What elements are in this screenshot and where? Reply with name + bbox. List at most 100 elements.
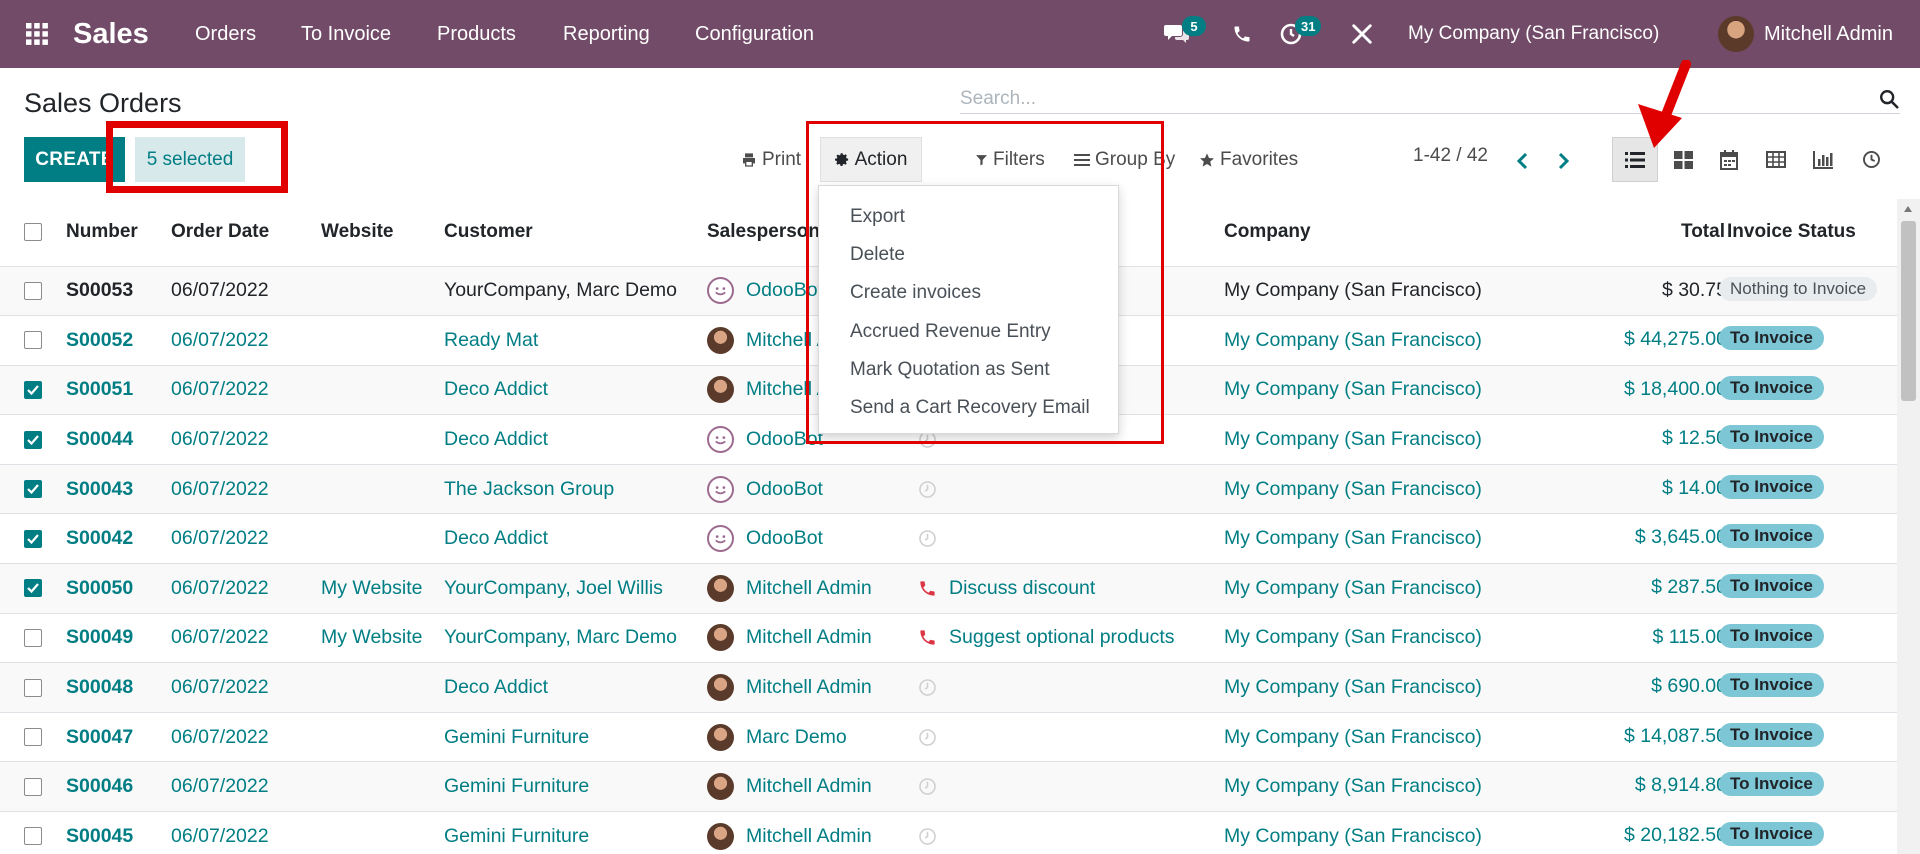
order-number[interactable]: S00053 bbox=[66, 266, 171, 316]
row-checkbox[interactable] bbox=[24, 777, 42, 796]
row-checkbox[interactable] bbox=[24, 331, 42, 350]
calendar-view-button[interactable] bbox=[1706, 137, 1752, 182]
salesperson[interactable]: Mitchell Admin bbox=[746, 775, 872, 798]
print-button[interactable]: Print bbox=[741, 137, 801, 182]
salesperson[interactable]: OdooBot bbox=[746, 478, 823, 501]
activity-cell[interactable] bbox=[918, 728, 1224, 747]
menu-reporting[interactable]: Reporting bbox=[563, 0, 650, 68]
total-amount: $ 30.75 bbox=[1661, 278, 1727, 301]
activity-cell[interactable] bbox=[918, 529, 1224, 548]
customer[interactable]: Deco Addict bbox=[444, 365, 707, 415]
order-number[interactable]: S00045 bbox=[66, 812, 171, 854]
row-checkbox[interactable] bbox=[24, 678, 42, 697]
column-header-company[interactable]: Company bbox=[1224, 199, 1509, 266]
check-icon bbox=[27, 484, 39, 495]
customer[interactable]: Gemini Furniture bbox=[444, 762, 707, 812]
activity-cell[interactable] bbox=[918, 678, 1224, 697]
salesperson[interactable]: OdooBot bbox=[746, 527, 823, 550]
row-checkbox[interactable] bbox=[24, 430, 42, 449]
customer[interactable]: Deco Addict bbox=[444, 514, 707, 564]
salesperson[interactable]: Mitchell Admin bbox=[746, 676, 872, 699]
order-number[interactable]: S00049 bbox=[66, 613, 171, 663]
menu-to-invoice[interactable]: To Invoice bbox=[301, 0, 391, 68]
salesperson[interactable]: Mitchell Admin bbox=[746, 825, 872, 848]
salesperson[interactable]: Mitchell Admin bbox=[746, 577, 872, 600]
row-checkbox[interactable] bbox=[24, 529, 42, 548]
clock-icon bbox=[919, 778, 936, 796]
table-row[interactable]: S00045 06/07/2022 Gemini Furniture Mitchell… bbox=[0, 812, 1897, 854]
table-row[interactable]: S00047 06/07/2022 Gemini Furniture Marc Dem… bbox=[0, 712, 1897, 762]
table-row[interactable]: S00049 06/07/2022 My Website YourCompany, M… bbox=[0, 613, 1897, 663]
menu-configuration[interactable]: Configuration bbox=[695, 0, 814, 68]
column-header-number[interactable]: Number bbox=[66, 199, 171, 266]
kanban-view-button[interactable] bbox=[1660, 137, 1706, 182]
table-row[interactable]: S00043 06/07/2022 The Jackson Group OdooBot… bbox=[0, 464, 1897, 514]
customer[interactable]: Deco Addict bbox=[444, 415, 707, 465]
user-menu[interactable]: Mitchell Admin bbox=[1718, 0, 1893, 68]
row-checkbox[interactable] bbox=[24, 480, 42, 499]
row-checkbox[interactable] bbox=[24, 827, 42, 846]
debug-tools-button[interactable] bbox=[1351, 0, 1373, 68]
graph-view-button[interactable] bbox=[1800, 137, 1846, 182]
order-number[interactable]: S00046 bbox=[66, 762, 171, 812]
order-number[interactable]: S00048 bbox=[66, 663, 171, 713]
activity-cell[interactable] bbox=[918, 777, 1224, 796]
table-row[interactable]: S00046 06/07/2022 Gemini Furniture Mitchell… bbox=[0, 761, 1897, 812]
customer[interactable]: Gemini Furniture bbox=[444, 812, 707, 854]
column-header-order-date[interactable]: Order Date bbox=[171, 199, 321, 266]
order-number[interactable]: S00052 bbox=[66, 316, 171, 366]
pager-previous-button[interactable] bbox=[1508, 147, 1536, 175]
scrollbar-thumb[interactable] bbox=[1901, 221, 1916, 401]
customer[interactable]: YourCompany, Marc Demo bbox=[444, 613, 707, 663]
activity-cell[interactable]: Discuss discount bbox=[918, 577, 1224, 600]
print-label: Print bbox=[762, 148, 802, 170]
row-checkbox[interactable] bbox=[24, 579, 42, 598]
favorites-button[interactable]: Favorites bbox=[1199, 137, 1298, 182]
user-avatar bbox=[707, 326, 734, 354]
activity-cell[interactable]: Suggest optional products bbox=[918, 626, 1224, 649]
list-view-button[interactable] bbox=[1612, 137, 1658, 182]
customer[interactable]: Ready Mat bbox=[444, 316, 707, 366]
pager-next-button[interactable] bbox=[1550, 147, 1578, 175]
order-number[interactable]: S00042 bbox=[66, 514, 171, 564]
app-name[interactable]: Sales bbox=[73, 0, 149, 68]
column-header-website[interactable]: Website bbox=[321, 199, 444, 266]
order-number[interactable]: S00043 bbox=[66, 464, 171, 514]
customer[interactable]: Gemini Furniture bbox=[444, 712, 707, 762]
search-icon[interactable] bbox=[1878, 88, 1900, 110]
order-number[interactable]: S00047 bbox=[66, 712, 171, 762]
activity-cell[interactable] bbox=[918, 827, 1224, 846]
salesperson[interactable]: Marc Demo bbox=[746, 726, 847, 749]
row-checkbox[interactable] bbox=[24, 380, 42, 399]
activity-cell[interactable] bbox=[918, 480, 1224, 499]
menu-orders[interactable]: Orders bbox=[195, 0, 256, 68]
customer[interactable]: YourCompany, Marc Demo bbox=[444, 266, 707, 316]
company-switcher[interactable]: My Company (San Francisco) bbox=[1408, 0, 1659, 68]
company: My Company (San Francisco) bbox=[1224, 775, 1482, 798]
row-checkbox[interactable] bbox=[24, 281, 42, 300]
row-checkbox[interactable] bbox=[24, 728, 42, 747]
phone-button[interactable] bbox=[1232, 0, 1252, 68]
pivot-view-button[interactable] bbox=[1753, 137, 1799, 182]
column-header-customer[interactable]: Customer bbox=[444, 199, 707, 266]
search-input[interactable] bbox=[960, 86, 1840, 112]
table-row[interactable]: S00042 06/07/2022 Deco Addict OdooBot My Com… bbox=[0, 514, 1897, 564]
salesperson[interactable]: Mitchell Admin bbox=[746, 626, 872, 649]
table-row[interactable]: S00048 06/07/2022 Deco Addict Mitchell Admi… bbox=[0, 662, 1897, 713]
column-header-invoice-status[interactable]: Invoice Status bbox=[1727, 221, 1856, 243]
order-number[interactable]: S00044 bbox=[66, 415, 171, 465]
row-checkbox[interactable] bbox=[24, 628, 42, 647]
customer[interactable]: The Jackson Group bbox=[444, 464, 707, 514]
pager-value[interactable]: 1-42 / 42 bbox=[1413, 145, 1488, 167]
select-all-checkbox[interactable] bbox=[24, 223, 42, 242]
vertical-scrollbar[interactable] bbox=[1897, 199, 1920, 854]
order-number[interactable]: S00050 bbox=[66, 564, 171, 614]
customer[interactable]: YourCompany, Joel Willis bbox=[444, 564, 707, 614]
table-row[interactable]: S00050 06/07/2022 My Website YourCompany, J… bbox=[0, 563, 1897, 614]
column-header-total[interactable]: Total bbox=[1681, 221, 1725, 243]
apps-grid-icon[interactable] bbox=[22, 0, 52, 68]
activity-view-button[interactable] bbox=[1848, 137, 1894, 182]
order-number[interactable]: S00051 bbox=[66, 365, 171, 415]
menu-products[interactable]: Products bbox=[437, 0, 516, 68]
customer[interactable]: Deco Addict bbox=[444, 663, 707, 713]
